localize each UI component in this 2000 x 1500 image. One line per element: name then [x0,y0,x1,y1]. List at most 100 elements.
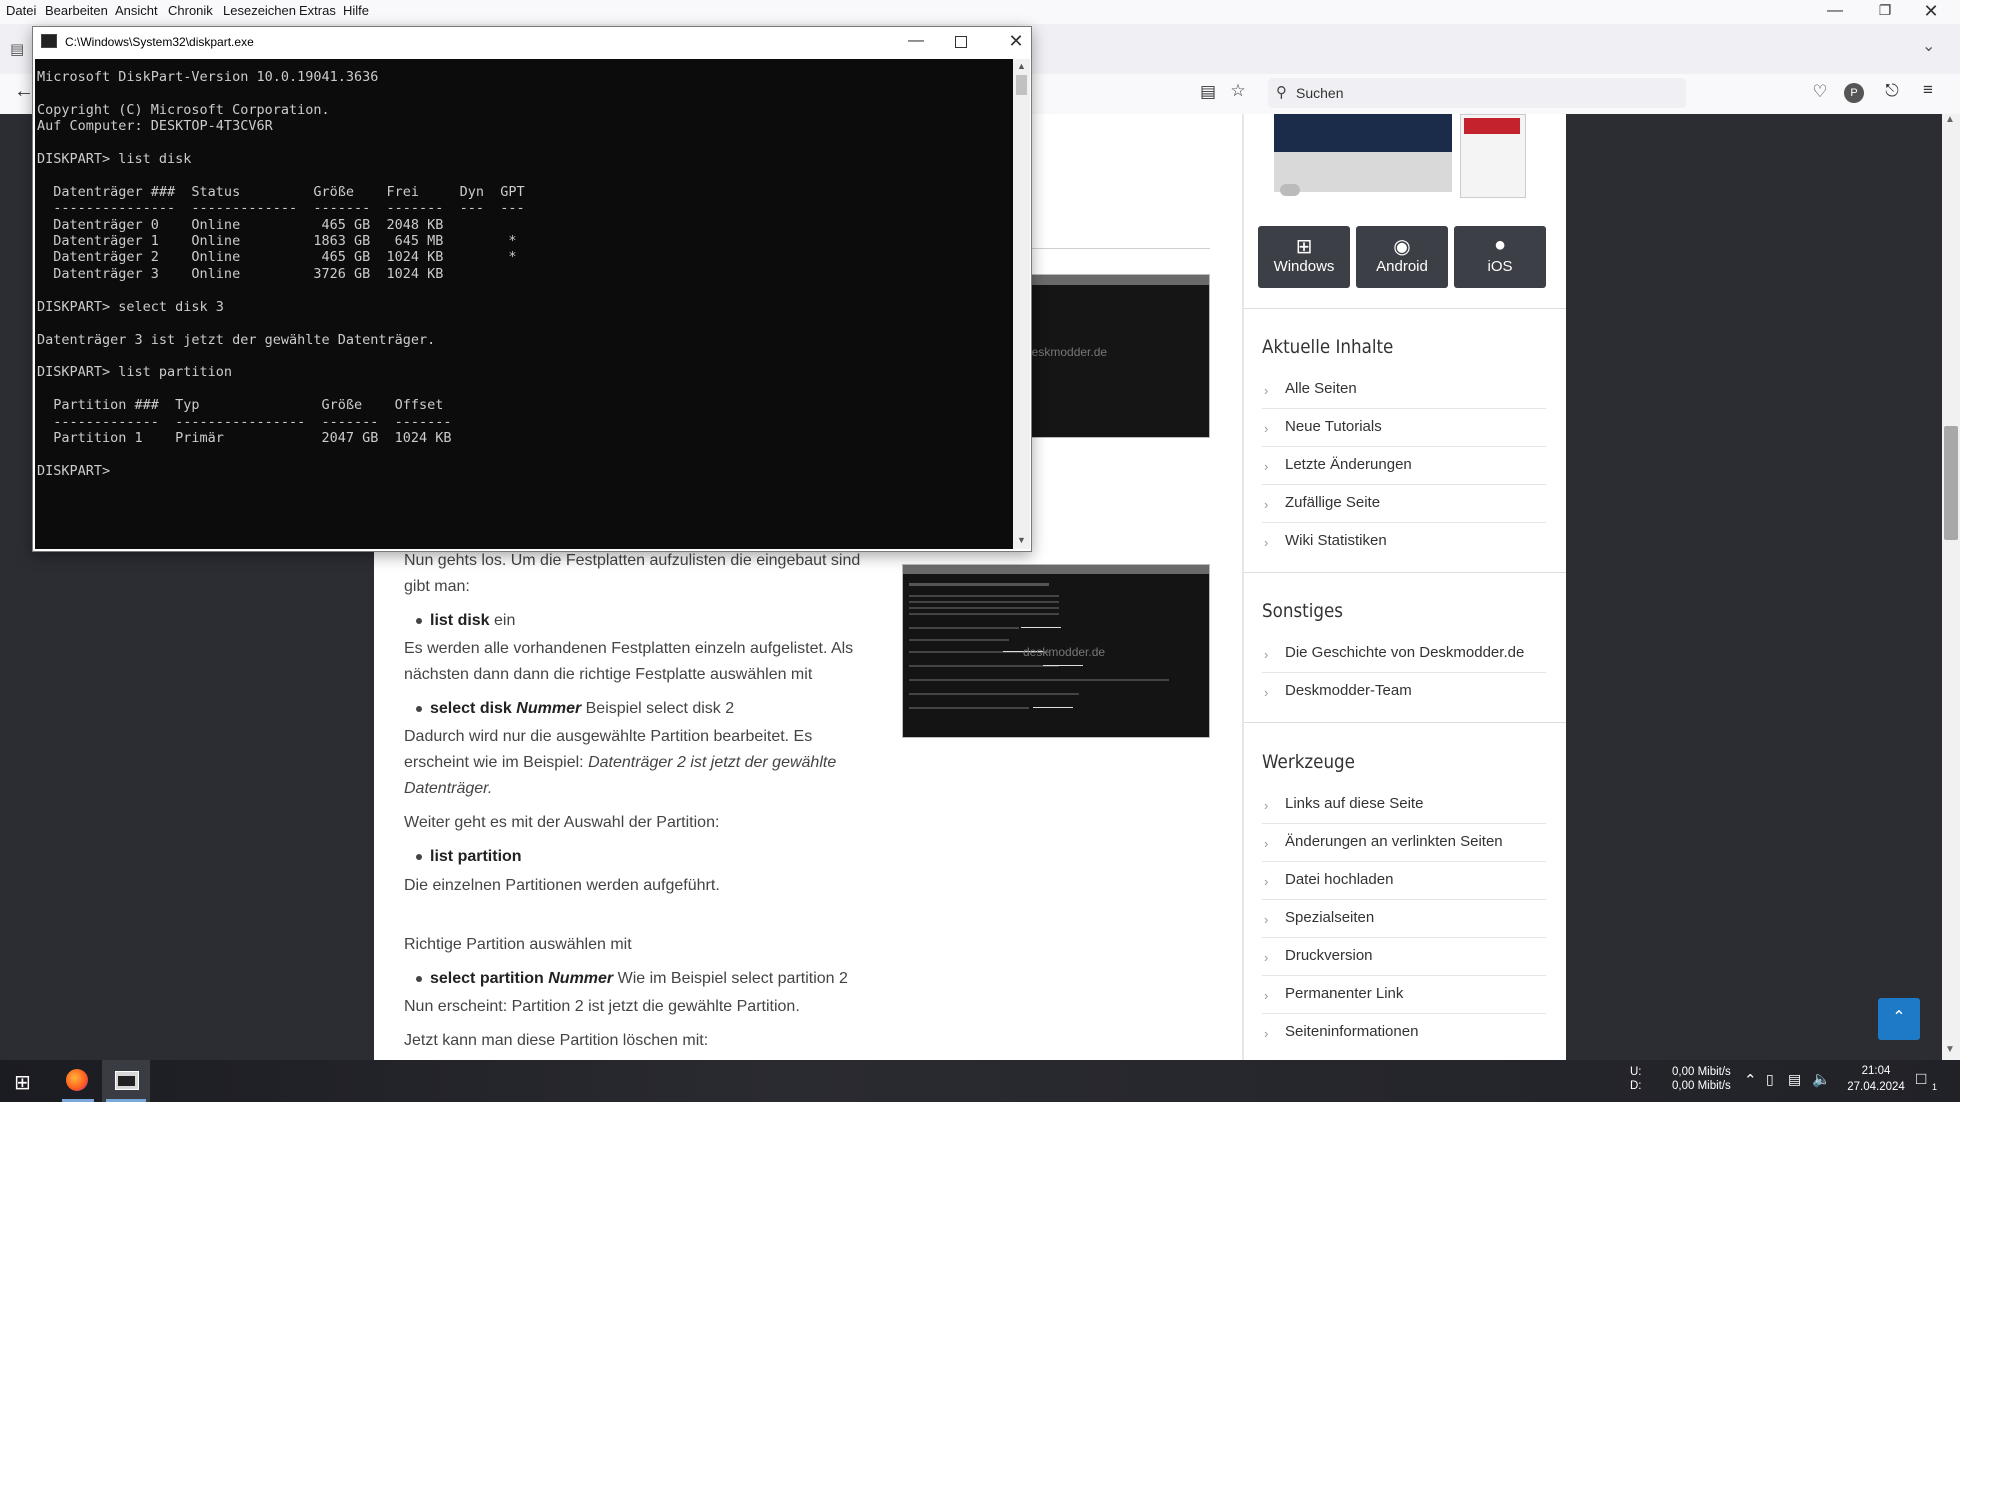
sidebar-link-aenderungen-verlinkt[interactable]: Änderungen an verlinkten Seiten [1285,833,1503,850]
paragraph: Dadurch wird nur die ausgewählte Partiti… [404,728,837,797]
minimize-icon[interactable]: — [1820,2,1850,20]
android-button[interactable]: ◉ Android [1356,226,1448,288]
scroll-down-icon[interactable]: ▼ [1945,1044,1955,1055]
console-scrollbar-thumb[interactable] [1016,75,1027,95]
close-icon[interactable]: ✕ [1916,1,1946,22]
chevron-right-icon: › [1264,383,1269,398]
menu-bar: Datei Bearbeiten Ansicht Chronik Lesezei… [0,0,1960,24]
list-all-tabs-icon[interactable]: ⌄ [1922,36,1935,56]
account-icon[interactable]: P [1844,83,1864,103]
paragraph: gibt man: [404,578,470,595]
console-scrollbar[interactable]: ▲ ▼ [1013,59,1030,549]
menu-ansicht[interactable]: Ansicht [115,3,158,18]
paragraph: Nun erscheint: Partition 2 ist jetzt die… [404,998,800,1015]
screenshot-thumbnail-2[interactable]: deskmodder.de [902,564,1210,738]
chevron-right-icon: › [1264,685,1269,700]
net-down-value: 0,00 Mibit/s [1672,1080,1731,1092]
sidebar-link-spezialseiten[interactable]: Spezialseiten [1285,909,1374,926]
start-windows-icon[interactable]: ⊞ [14,1070,31,1095]
sidebar-link-druckversion[interactable]: Druckversion [1285,947,1373,964]
clock-date[interactable]: 27.04.2024 [1836,1081,1916,1093]
net-down-label: D: [1630,1080,1642,1092]
bookmark-star-icon[interactable]: ☆ [1226,81,1250,101]
reader-view-icon[interactable]: ▤ [1196,82,1220,102]
menu-datei[interactable]: Datei [6,3,36,18]
chevron-right-icon: › [1264,1026,1269,1041]
chevron-right-icon: › [1264,459,1269,474]
tab-manager-icon[interactable]: ▤ [10,40,24,58]
sidebar-link-alle-seiten[interactable]: Alle Seiten [1285,380,1357,397]
menu-lesezeichen[interactable]: Lesezeichen [223,3,296,18]
net-up-value: 0,00 Mibit/s [1672,1066,1731,1078]
sidebar-link-permanenter-link[interactable]: Permanenter Link [1285,985,1403,1002]
chevron-right-icon: › [1264,874,1269,889]
page-scrollbar[interactable]: ▲ ▼ [1942,114,1960,1060]
chevron-right-icon: › [1264,535,1269,550]
sidebar-divider [1242,114,1244,1060]
chevron-right-icon: › [1264,497,1269,512]
sidebar-link-letzte-aenderungen[interactable]: Letzte Änderungen [1285,456,1412,473]
restore-icon[interactable]: ❐ [1870,2,1900,19]
sidebar-link-wiki-statistiken[interactable]: Wiki Statistiken [1285,532,1387,549]
console-minimize-icon[interactable]: — [901,32,931,50]
ios-button[interactable]: ● iOS [1454,226,1546,288]
console-output[interactable]: Microsoft DiskPart-Version 10.0.19041.36… [35,59,1013,549]
chevron-right-icon: › [1264,912,1269,927]
screenshot-thumbnail-1[interactable]: deskmodder.de [1025,274,1210,438]
sidebar-link-links-auf-seite[interactable]: Links auf diese Seite [1285,795,1423,812]
console-text: Microsoft DiskPart-Version 10.0.19041.36… [37,69,525,479]
taskbar: ⊞ U: D: 0,00 Mibit/s 0,00 Mibit/s ⌃ ▯ ▤ … [0,1060,1960,1102]
menu-hamburger-icon[interactable]: ≡ [1916,80,1940,100]
chevron-right-icon: › [1264,988,1269,1003]
bullet [416,976,422,982]
console-title: C:\Windows\System32\diskpart.exe [65,35,254,49]
console-close-icon[interactable]: ✕ [1001,31,1031,52]
list-item: list disk ein [430,612,516,629]
paragraph: Jetzt kann man diese Partition löschen m… [404,1032,709,1049]
notification-center-icon[interactable]: □ [1916,1069,1926,1089]
chevron-right-icon: › [1264,798,1269,813]
pocket-icon[interactable]: ♡ [1808,82,1832,102]
menu-bearbeiten[interactable]: Bearbeiten [45,3,108,18]
sidebar-link-zufaellige-seite[interactable]: Zufällige Seite [1285,494,1380,511]
menu-chronik[interactable]: Chronik [168,3,213,18]
list-item: select partition Nummer Wie im Beispiel … [430,970,848,987]
network-icon[interactable]: ▤ [1788,1071,1801,1088]
android-icon: ◉ [1393,236,1411,258]
windows-button[interactable]: ⊞ Windows [1258,226,1350,288]
taskbar-firefox[interactable] [56,1060,100,1102]
back-icon[interactable]: ← [14,80,34,103]
sidebar-link-neue-tutorials[interactable]: Neue Tutorials [1285,418,1382,435]
back-to-top-button[interactable]: ⌃ [1878,998,1920,1040]
scroll-up-icon[interactable]: ▲ [1017,61,1026,71]
scroll-up-icon[interactable]: ▲ [1945,114,1955,125]
extensions-icon[interactable]: ⎋ [1880,81,1904,101]
clock-time[interactable]: 21:04 [1844,1065,1908,1077]
chevron-right-icon: › [1264,421,1269,436]
ad-banner-image[interactable] [1272,114,1528,204]
windows-icon: ⊞ [1295,236,1313,258]
aktuelle-inhalte-heading: Aktuelle Inhalte [1262,336,1394,358]
paragraph: Richtige Partition auswählen mit [404,936,632,953]
search-input[interactable]: ⚲ Suchen [1268,78,1686,108]
menu-extras[interactable]: Extras [299,3,336,18]
console-title-bar[interactable]: C:\Windows\System32\diskpart.exe — ✕ [33,27,1031,59]
tray-chevron-up-icon[interactable]: ⌃ [1744,1071,1757,1089]
paragraph: Die einzelnen Partitionen werden aufgefü… [404,877,720,894]
menu-hilfe[interactable]: Hilfe [343,3,369,18]
sidebar-link-datei-hochladen[interactable]: Datei hochladen [1285,871,1393,888]
notification-count: 1 [1932,1082,1938,1092]
apple-icon: ● [1493,234,1507,256]
article-text: Nun gehts los. Um die Festplatten aufzul… [404,548,884,600]
volume-icon[interactable]: 🔈 [1812,1070,1831,1088]
sidebar-link-geschichte[interactable]: Die Geschichte von Deskmodder.de [1285,644,1524,661]
page-scrollbar-thumb[interactable] [1944,426,1958,540]
scroll-down-icon[interactable]: ▼ [1017,535,1026,545]
sidebar-link-team[interactable]: Deskmodder-Team [1285,682,1412,699]
diskpart-console-window[interactable]: C:\Windows\System32\diskpart.exe — ✕ Mic… [32,26,1032,552]
taskbar-console[interactable] [102,1060,150,1102]
usb-device-icon[interactable]: ▯ [1766,1071,1774,1088]
thumbnail-watermark: deskmodder.de [1025,345,1108,359]
console-maximize-icon[interactable] [955,36,967,48]
sidebar-link-seiteninformationen[interactable]: Seiteninformationen [1285,1023,1418,1040]
